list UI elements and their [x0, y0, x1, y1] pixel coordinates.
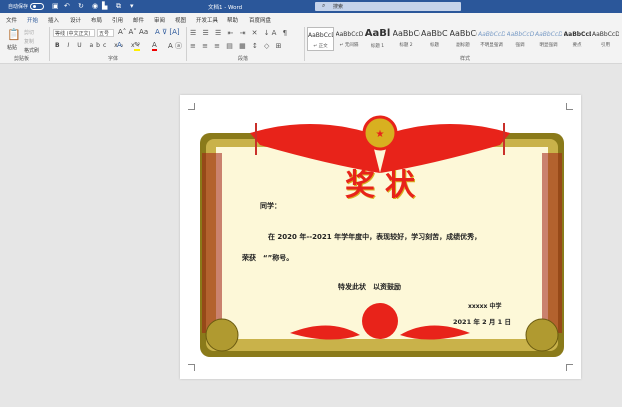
grow-font-icon[interactable]: A˄ A˅ Aa — [118, 28, 148, 36]
style-preview: AaBbC( — [421, 29, 448, 38]
salutation: 同学： — [260, 202, 281, 210]
list-buttons[interactable]: ☰ ☰ ☰ ⇤ ⇥ ✕ ↓A ¶ — [190, 29, 289, 37]
certificate-title: 奖状 — [345, 168, 425, 203]
divider — [186, 27, 187, 61]
style-name: 标题 — [430, 43, 439, 48]
left-pillar — [202, 153, 222, 333]
save-icon[interactable]: ▣ — [52, 2, 59, 10]
style-preview: AaBbCcD. — [478, 31, 505, 38]
text-effect-icon[interactable]: A — [117, 41, 122, 49]
tab-design[interactable]: 设计 — [70, 16, 81, 24]
document-page[interactable]: ★ 奖状 同学： 在 2020 年--2021 年学年度中，表现较好，学习刻苦，… — [180, 95, 581, 379]
style-7[interactable]: AaBbCcD. 强调 — [507, 27, 534, 51]
paste-button[interactable]: 粘贴 — [7, 44, 17, 51]
style-2[interactable]: AaBl 标题 1 — [364, 27, 391, 51]
body-line-1: 在 2020 年--2021 年学年度中，表现较好，学习刻苦，成绩优秀， — [268, 233, 482, 241]
tab-file[interactable]: 文件 — [6, 16, 17, 24]
issue-date: 2021 年 2 月 1 日 — [453, 318, 511, 326]
group-paragraph: 段落 — [238, 56, 249, 62]
group-font: 字体 — [108, 56, 119, 62]
style-name: 明显强调 — [539, 43, 558, 48]
char-shading-icon[interactable]: A ⓐ — [168, 41, 182, 51]
style-name: 不明显强调 — [480, 43, 503, 48]
style-10[interactable]: AaBbCcDı 引用 — [592, 27, 619, 51]
clear-format-icon[interactable]: A ⊽ [A] — [155, 28, 180, 36]
style-preview: AaBbCcD — [563, 31, 591, 38]
search-placeholder: 搜索 — [333, 4, 344, 10]
style-preview: AaBbC( — [449, 29, 477, 38]
style-preview: AaBbCcDı — [592, 31, 619, 38]
tab-layout[interactable]: 布局 — [91, 16, 102, 24]
tab-references[interactable]: 引用 — [112, 16, 123, 24]
qat-dropdown-icon[interactable]: ▾ — [130, 2, 134, 10]
ribbon-tabs: 文件 开始 插入 设计 布局 引用 邮件 审阅 视图 开发工具 帮助 百度网盘 — [0, 13, 622, 25]
style-5[interactable]: AaBbC( 副标题 — [450, 27, 477, 51]
style-4[interactable]: AaBbC( 标题 — [421, 27, 448, 51]
style-preview: AaBbCcDı — [308, 32, 333, 39]
style-preview: AaBbCcDı — [335, 31, 363, 38]
autosave-label: 自动保存 — [8, 4, 29, 10]
highlight-icon[interactable]: ✎ — [134, 41, 140, 51]
style-name: ↵ 无间隔 — [339, 43, 359, 48]
divider — [49, 27, 50, 61]
format-buttons[interactable]: B I U abc x₂ x² — [55, 42, 143, 49]
body-line-2: 荣获 “”称号。 — [242, 254, 294, 262]
redo-icon[interactable]: ↻ — [78, 2, 84, 10]
search-box[interactable]: ⌕ 搜索 — [315, 2, 461, 11]
font-color-icon[interactable]: A — [152, 41, 157, 51]
styles-gallery: AaBbCcDı ↵ 正文 AaBbCcDı ↵ 无间隔 AaBl 标题 1 AaBbC( 标… — [307, 27, 622, 53]
tab-view[interactable]: 视图 — [175, 16, 186, 24]
star-icon: ★ — [376, 129, 385, 140]
style-name: 副标题 — [456, 43, 470, 48]
style-preview: AaBbCcD. — [506, 31, 534, 38]
right-medallion — [525, 318, 559, 352]
align-buttons[interactable]: ≡ ≡ ≡ ▤ ▦ ↕ ◇ ⊞ — [190, 42, 284, 50]
left-medallion — [205, 318, 239, 352]
group-clipboard: 剪贴板 — [14, 56, 30, 62]
document-title: 文档1 - Word — [208, 5, 243, 11]
school-name: xxxxx 中学 — [468, 303, 502, 310]
style-preview: AaBl — [364, 28, 391, 39]
group-styles: 样式 — [460, 56, 471, 62]
touch-mode-icon[interactable]: ◉ — [92, 2, 98, 10]
style-preview: AaBbCcD — [535, 31, 562, 38]
style-name: 标题 2 — [399, 43, 413, 48]
tab-help[interactable]: 帮助 — [227, 16, 238, 24]
divider — [304, 27, 305, 61]
font-size-select[interactable]: 五号 — [97, 29, 114, 37]
style-name: 标题 1 — [370, 44, 385, 49]
search-icon: ⌕ — [322, 2, 326, 9]
style-8[interactable]: AaBbCcD 明显强调 — [535, 27, 562, 51]
format-painter-button[interactable]: 格式刷 — [24, 47, 39, 54]
right-pillar — [542, 153, 562, 333]
customize-icon[interactable]: ⧉ — [116, 2, 121, 11]
paste-icon[interactable]: 📋 — [7, 28, 21, 41]
style-9[interactable]: AaBbCcD 要点 — [564, 27, 591, 51]
style-3[interactable]: AaBbC( 标题 2 — [393, 27, 420, 51]
style-name: 引用 — [601, 43, 610, 48]
title-bar: 自动保存 ▣ ↶ ↻ ◉ ▙ ⧉ ▾ 文档1 - Word ⌕ 搜索 — [0, 0, 622, 13]
style-1[interactable]: AaBbCcDı ↵ 无间隔 — [336, 27, 363, 51]
style-preview: AaBbC( — [392, 29, 420, 38]
style-name: ↵ 正文 — [313, 44, 328, 49]
style-0[interactable]: AaBbCcDı ↵ 正文 — [307, 27, 334, 51]
tab-baidu[interactable]: 百度网盘 — [249, 16, 271, 24]
tab-developer[interactable]: 开发工具 — [196, 16, 218, 24]
undo-icon[interactable]: ↶ — [64, 2, 70, 10]
cut-button[interactable]: 剪切 — [24, 29, 34, 36]
style-name: 要点 — [572, 43, 582, 48]
closing: 特发此状 以资鼓励 — [338, 283, 401, 291]
format-icon[interactable]: ▙ — [102, 2, 107, 10]
style-name: 强调 — [515, 43, 525, 48]
style-6[interactable]: AaBbCcD. 不明显强调 — [478, 27, 505, 51]
copy-button[interactable]: 复制 — [24, 38, 34, 45]
font-name-select[interactable]: 等线 (中文正文) — [53, 29, 95, 37]
tab-mailings[interactable]: 邮件 — [133, 16, 144, 24]
peony-flower — [362, 303, 398, 339]
autosave-toggle[interactable] — [30, 3, 44, 10]
tab-review[interactable]: 审阅 — [154, 16, 165, 24]
tab-insert[interactable]: 插入 — [48, 16, 59, 24]
